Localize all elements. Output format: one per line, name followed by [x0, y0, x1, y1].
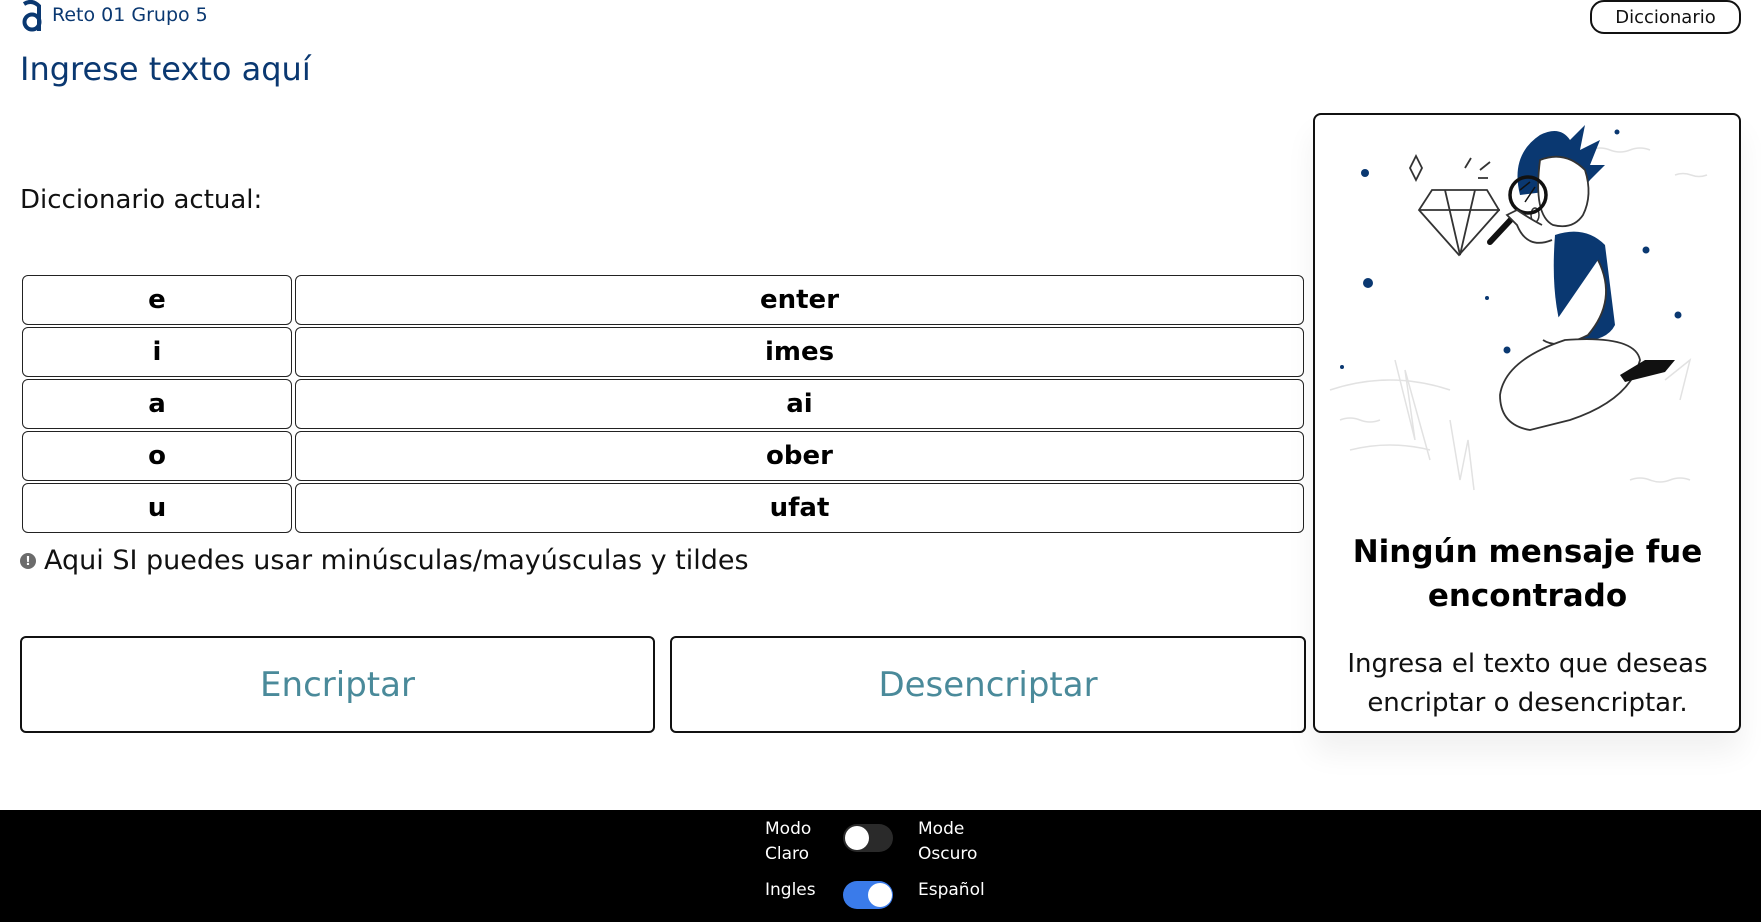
dictionary-value: ufat: [295, 483, 1304, 533]
decrypt-button[interactable]: Desencriptar: [670, 636, 1306, 733]
toggle-knob: [845, 826, 869, 850]
table-row: u ufat: [22, 483, 1304, 533]
alura-logo-icon: [22, 0, 42, 32]
dictionary-value: ober: [295, 431, 1304, 481]
theme-toggle[interactable]: [843, 824, 893, 852]
dictionary-value: imes: [295, 327, 1304, 377]
table-row: o ober: [22, 431, 1304, 481]
dictionary-key: a: [22, 379, 292, 429]
language-toggle[interactable]: [843, 881, 893, 909]
dictionary-key: u: [22, 483, 292, 533]
dark-mode-label: Mode Oscuro: [918, 819, 978, 864]
table-row: a ai: [22, 379, 1304, 429]
header: Reto 01 Grupo 5 Diccionario: [0, 0, 1761, 40]
text-input[interactable]: [20, 50, 1300, 130]
dictionary-label: Diccionario actual:: [20, 185, 263, 215]
hint: ! Aqui SI puedes usar minúsculas/mayúscu…: [20, 545, 749, 576]
light-mode-label: Modo Claro: [765, 819, 812, 864]
dictionary-key: i: [22, 327, 292, 377]
dictionary-value: enter: [295, 275, 1304, 325]
spanish-label: Español: [918, 880, 985, 900]
footer: Modo Claro Mode Oscuro Ingles Español: [0, 810, 1761, 922]
info-icon: !: [20, 552, 36, 569]
toggle-knob: [868, 883, 892, 907]
dictionary-key: e: [22, 275, 292, 325]
english-label: Ingles: [765, 880, 816, 900]
dictionary-button[interactable]: Diccionario: [1590, 0, 1741, 34]
table-row: e enter: [22, 275, 1304, 325]
encrypt-button[interactable]: Encriptar: [20, 636, 655, 733]
output-text: Ingresa el texto que deseas encriptar o …: [1347, 649, 1708, 718]
dictionary-key: o: [22, 431, 292, 481]
dictionary-value: ai: [295, 379, 1304, 429]
searching-person-illustration: [1329, 125, 1708, 491]
hint-text: Aqui SI puedes usar minúsculas/mayúscula…: [44, 545, 749, 576]
output-panel: Ningún mensaje fue encontrado Ingresa el…: [1313, 113, 1741, 733]
app-title: Reto 01 Grupo 5: [52, 4, 208, 26]
table-row: i imes: [22, 327, 1304, 377]
output-title: Ningún mensaje fue encontrado: [1352, 534, 1703, 614]
dictionary-table: e enter i imes a ai o ober u ufat: [22, 275, 1304, 535]
